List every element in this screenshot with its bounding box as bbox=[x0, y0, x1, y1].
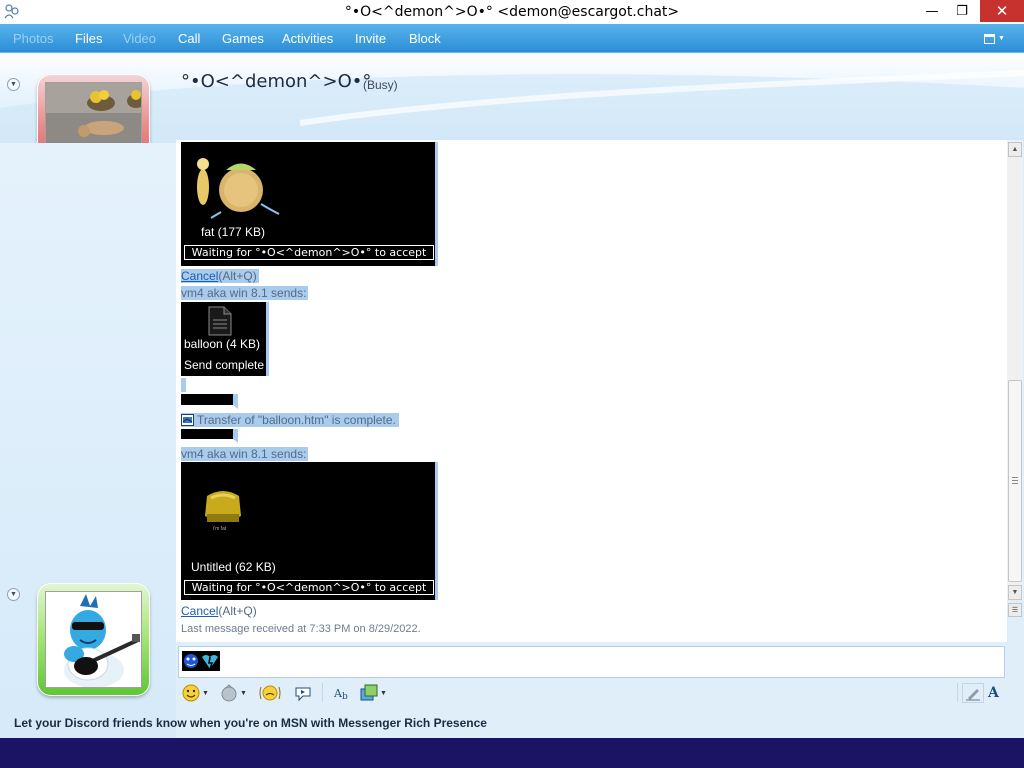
close-button[interactable]: ✕ bbox=[980, 0, 1024, 22]
scroll-grip-line bbox=[1012, 477, 1018, 478]
chevron-down-icon: ▼ bbox=[380, 689, 387, 697]
transfer-complete-line: Transfer of "balloon.htm" is complete. bbox=[181, 413, 399, 427]
cancel-link-2[interactable]: Cancel bbox=[181, 604, 218, 618]
nudge-button[interactable] bbox=[259, 683, 281, 703]
message-input[interactable] bbox=[178, 646, 1005, 678]
file-name-fat: fat (177 KB) bbox=[201, 225, 266, 239]
menu-block[interactable]: Block bbox=[409, 31, 441, 46]
nudge-icon bbox=[259, 685, 281, 701]
discord-ad-text[interactable]: Let your Discord friends know when you'r… bbox=[14, 716, 487, 730]
last-message-timestamp: Last message received at 7:33 PM on 8/29… bbox=[181, 623, 421, 635]
menu-photos[interactable]: Photos bbox=[13, 31, 53, 46]
scroll-up-button[interactable]: ▲ bbox=[1008, 142, 1022, 157]
wink-button[interactable]: ▼ bbox=[220, 683, 247, 703]
emoticon-in-input bbox=[182, 651, 220, 671]
menu-invite[interactable]: Invite bbox=[355, 31, 386, 46]
formatting-toolbar: ▼ ▼ A b ▼ A bbox=[176, 680, 1007, 705]
sender-line-1: vm4 aka win 8.1 sends: bbox=[181, 286, 309, 300]
file-transfer-card-fat[interactable]: fat (177 KB) Waiting for °•O<^demon^>O•°… bbox=[181, 142, 438, 266]
conversation-transcript-footer bbox=[176, 600, 1007, 642]
font-button[interactable]: A b bbox=[334, 683, 352, 703]
cancel-link-1[interactable]: Cancel bbox=[181, 269, 218, 283]
file-thumbnail-caption: i'm fat bbox=[213, 526, 227, 532]
svg-text:b: b bbox=[342, 692, 348, 702]
voice-clip-button[interactable] bbox=[294, 683, 312, 703]
background-icon bbox=[360, 684, 378, 701]
file-name-untitled: Untitled (62 KB) bbox=[191, 560, 276, 574]
transfer-complete-icon bbox=[181, 414, 194, 426]
background-button[interactable]: ▼ bbox=[360, 683, 387, 703]
file-status-fat: Waiting for °•O<^demon^>O•° to accept bbox=[184, 245, 434, 260]
file-transfer-card-balloon[interactable]: balloon (4 KB) Send complete bbox=[181, 302, 269, 376]
cancel-hotkey-1: (Alt+Q) bbox=[218, 269, 257, 283]
menu-video[interactable]: Video bbox=[123, 31, 156, 46]
text-mode-button[interactable]: A bbox=[988, 683, 999, 703]
menu-files[interactable]: Files bbox=[75, 31, 102, 46]
font-icon: A b bbox=[334, 687, 348, 702]
scroll-thumb[interactable] bbox=[1008, 380, 1022, 582]
taskbar bbox=[0, 738, 1024, 768]
toolbar-separator bbox=[957, 683, 958, 702]
layout-icon bbox=[984, 33, 995, 44]
my-avatar bbox=[45, 591, 142, 688]
minimize-button[interactable]: — bbox=[918, 0, 946, 22]
file-status-untitled: Waiting for °•O<^demon^>O•° to accept bbox=[184, 580, 434, 595]
menu-activities[interactable]: Activities bbox=[282, 31, 333, 46]
file-thumbnail-fat bbox=[197, 158, 280, 219]
smiley-icon bbox=[182, 684, 200, 702]
contact-status: (Busy) bbox=[363, 78, 398, 92]
scroll-grip-line bbox=[1012, 480, 1018, 481]
layout-menu-button[interactable]: ▼ bbox=[984, 29, 1014, 48]
voice-clip-icon bbox=[295, 687, 311, 702]
collapse-contact-panel-button[interactable]: ▼ bbox=[7, 78, 20, 91]
scroll-down-button[interactable]: ▼ bbox=[1008, 585, 1022, 600]
header-swoosh-decoration bbox=[0, 70, 1024, 148]
emoticon-button[interactable]: ▼ bbox=[182, 683, 209, 703]
file-transfer-card-untitled[interactable]: i'm fat Untitled (62 KB) Waiting for °•O… bbox=[181, 462, 438, 600]
menu-bar: Photos Files Video Call Games Activities… bbox=[0, 24, 1024, 53]
transfer-complete-text: Transfer of "balloon.htm" is complete. bbox=[197, 413, 396, 427]
chevron-down-icon: ▼ bbox=[202, 689, 209, 697]
menu-games[interactable]: Games bbox=[222, 31, 264, 46]
divider-bar-2 bbox=[181, 429, 238, 443]
collapse-my-panel-button[interactable]: ▼ bbox=[7, 588, 20, 601]
file-name-balloon: balloon (4 KB) bbox=[184, 337, 261, 351]
maximize-button[interactable]: ❐ bbox=[948, 0, 976, 22]
cancel-row-1: Cancel(Alt+Q) bbox=[181, 269, 259, 283]
contact-display-name: °•O<^demon^>O•° bbox=[181, 71, 372, 92]
cancel-row-2: Cancel(Alt+Q) bbox=[181, 604, 257, 618]
document-icon bbox=[208, 306, 232, 336]
file-status-balloon: Send complete bbox=[184, 358, 265, 372]
selection-marker bbox=[181, 378, 186, 392]
pen-icon bbox=[966, 689, 980, 701]
wink-icon bbox=[221, 684, 237, 702]
sender-line-2: vm4 aka win 8.1 sends: bbox=[181, 447, 309, 461]
window-title: °•O<^demon^>O•° <demon@escargot.chat> bbox=[344, 4, 680, 20]
menu-call[interactable]: Call bbox=[178, 31, 200, 46]
divider-bar-1 bbox=[181, 394, 238, 409]
chevron-down-icon: ▼ bbox=[240, 689, 247, 697]
toolbar-separator bbox=[322, 683, 323, 702]
scroll-grip-line bbox=[1012, 483, 1018, 484]
chevron-down-icon: ▼ bbox=[998, 35, 1005, 42]
cancel-hotkey-2: (Alt+Q) bbox=[218, 604, 257, 618]
my-avatar-frame[interactable] bbox=[37, 583, 150, 696]
title-bar: °•O<^demon^>O•° <demon@escargot.chat> — … bbox=[0, 0, 1024, 24]
resize-splitter-button[interactable]: ☰ bbox=[1008, 603, 1022, 617]
handwriting-button[interactable] bbox=[962, 683, 984, 703]
